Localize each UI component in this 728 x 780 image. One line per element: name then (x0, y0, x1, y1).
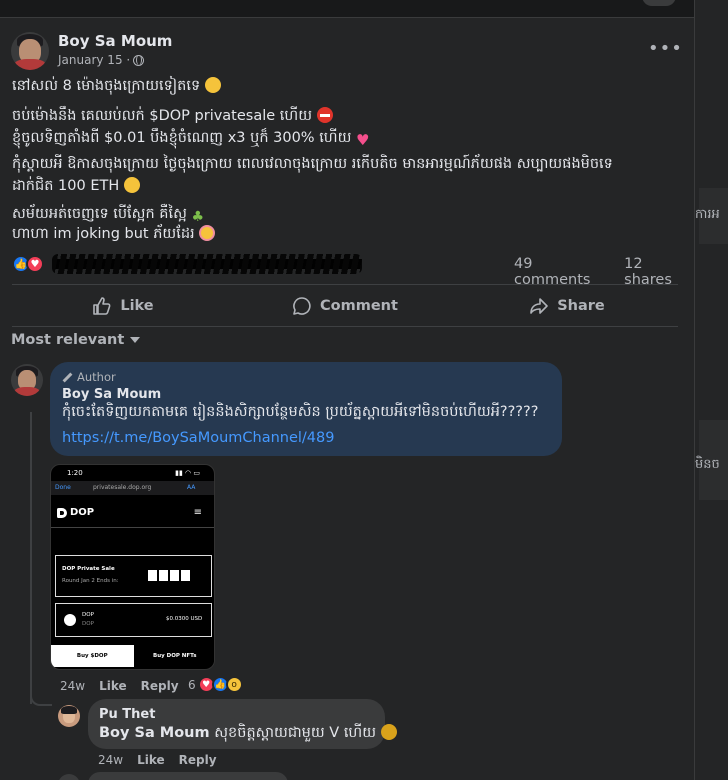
top-bar (0, 0, 694, 18)
phone-buttons: Buy $DOP Buy DOP NFTs (51, 645, 214, 667)
author-badge: Author (62, 370, 116, 384)
reply-mention[interactable]: Boy Sa Moum (99, 725, 210, 741)
comment-button[interactable]: Comment (234, 286, 456, 326)
top-pill[interactable] (642, 0, 676, 6)
dop-logo: DOP (57, 507, 94, 518)
comment-text: កុំចេះតែទិញយកតាមគេ រៀននិងសិក្សាបន្ថែមសិន… (62, 404, 539, 420)
chevron-down-icon (130, 337, 141, 343)
reply-text: Boy Sa Moum សុខចិត្តស្ដាយជាមួយ V ហើយ (99, 724, 397, 745)
private-sale-box: DOP Private Sale Round Jan 2 Ends in: (55, 555, 212, 597)
author-comment-bubble: Author Boy Sa Moum កុំចេះតែទិញយកតាមគេ រៀ… (50, 362, 562, 456)
phone-url: privatesale.dop.org (93, 484, 152, 491)
comment-bubble-icon (293, 297, 311, 315)
divider (12, 284, 678, 285)
reply-author-avatar[interactable] (58, 705, 80, 727)
phone-done: Done (55, 484, 71, 491)
post-actions: Like Comment Share (12, 286, 678, 326)
phone-aa: AA (187, 484, 196, 491)
post-text-line: ខ្ញុំចូលទិញតាំងពី $0.01 បឹងខ្ញុំចំណេញ x3… (12, 130, 370, 149)
comment-author-name[interactable]: Boy Sa Moum (62, 387, 161, 402)
flushed-emoji-icon (199, 225, 216, 241)
pencil-icon (62, 372, 73, 382)
sidebar-fragment: ការអ (695, 207, 720, 222)
hamburger-menu-icon: ≡ (193, 507, 202, 518)
next-comment-avatar[interactable] (58, 774, 80, 780)
comment-sort-dropdown[interactable]: Most relevant (11, 332, 141, 348)
post-text-line: កុំស្ដាយអី ឱកាសចុងក្រោយ ថ្ងៃចុងក្រោយ ពេល… (12, 156, 613, 172)
comment-reply-button[interactable]: Reply (141, 679, 179, 693)
divider (12, 326, 678, 327)
reply-like-button[interactable]: Like (137, 753, 165, 767)
thumbs-up-icon (93, 297, 111, 315)
divider (51, 527, 214, 528)
comment-reaction-count: 6 (188, 677, 196, 692)
crying-emoji-icon (204, 77, 221, 93)
right-sidebar-edge: ការអ មិនច (694, 0, 728, 780)
share-button[interactable]: Share (456, 286, 678, 326)
reply-reply-button[interactable]: Reply (179, 753, 217, 767)
reply-time[interactable]: 24w (98, 753, 123, 767)
post-author-name[interactable]: Boy Sa Moum (58, 32, 172, 50)
reply-author-name[interactable]: Pu Thet (99, 707, 155, 722)
like-button[interactable]: Like (12, 286, 234, 326)
phone-status-icons: ▮▮ ◠ ▭ (175, 469, 200, 477)
reaction-summary[interactable]: 👍 ♥ (12, 254, 362, 274)
post-date[interactable]: January 15 · (58, 53, 130, 67)
more-options-icon[interactable]: ••• (648, 38, 683, 59)
no-entry-emoji-icon (316, 107, 333, 123)
buy-dop-button: Buy $DOP (51, 645, 134, 667)
token-price-box: DOP DOP $0.0300 USD (55, 603, 212, 637)
post-card: Boy Sa Moum January 15 · ••• នៅសល់ 8 ម៉ោ… (0, 18, 694, 780)
sidebar-fragment: មិនច (695, 457, 720, 472)
post-text-line: នៅសល់ 8 ម៉ោងចុងក្រោយទៀតទេ (12, 76, 682, 96)
post-text-line: ហាហា im joking but ភ័យដែរ (12, 224, 682, 244)
coin-emoji-icon (380, 724, 397, 740)
hugging-emoji-icon (123, 177, 140, 193)
comment-like-button[interactable]: Like (99, 679, 127, 693)
comment-image-screenshot[interactable]: 1:20 ▮▮ ◠ ▭ Done privatesale.dop.org AA … (50, 464, 215, 670)
comment-time[interactable]: 24w (60, 679, 85, 693)
countdown-timer (148, 570, 190, 581)
buy-nfts-button: Buy DOP NFTs (133, 645, 214, 667)
heart-emoji-icon: ♥ (356, 131, 370, 149)
reply-bubble: Pu Thet Boy Sa Moum សុខចិត្តស្ដាយជាមួយ V… (88, 699, 397, 749)
wow-reaction-icon: o (225, 676, 243, 693)
author-avatar[interactable] (11, 32, 49, 70)
redacted-names-scribble (52, 254, 362, 274)
globe-icon (133, 54, 145, 66)
next-comment-bubble (88, 772, 288, 780)
comment-author-avatar[interactable] (11, 364, 43, 396)
comment-meta: 24w Like Reply (60, 679, 179, 693)
thread-curve (30, 694, 52, 706)
post-meta: January 15 · (58, 53, 145, 67)
post-text-line: ចប់ម៉ោងនឹង គេឈប់លក់ $DOP privatesale ហើយ (12, 106, 682, 126)
love-reaction-icon: ♥ (26, 255, 44, 273)
phone-url-bar: Done privatesale.dop.org AA (51, 481, 214, 495)
share-arrow-icon (530, 298, 549, 314)
post-text-line: ដាក់ជិត 100 ETH (12, 176, 682, 196)
dop-token-icon (64, 614, 76, 626)
reply-meta: 24w Like Reply (98, 753, 217, 767)
phone-time: 1:20 (67, 469, 83, 477)
comment-reactions[interactable]: 6 ♥ 👍 o (188, 676, 243, 693)
thread-line (30, 412, 32, 704)
comment-link[interactable]: https://t.me/BoySaMoumChannel/489 (62, 430, 334, 446)
